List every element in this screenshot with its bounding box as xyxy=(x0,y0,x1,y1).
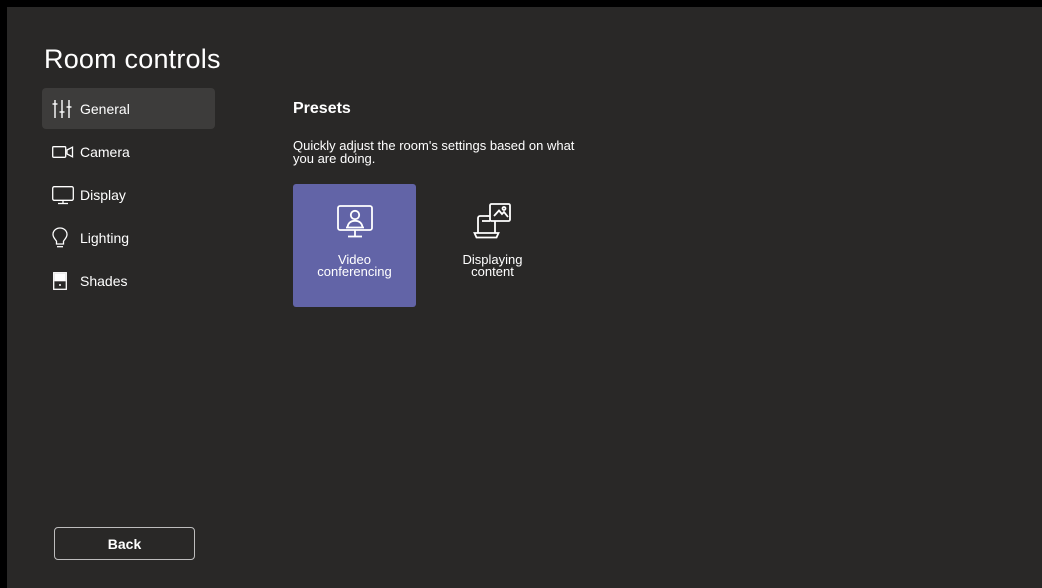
monitor-icon xyxy=(52,184,74,206)
sidebar-item-label: General xyxy=(80,100,130,117)
presets-description: Quickly adjust the room's settings based… xyxy=(293,138,575,166)
room-controls-window: Room controls General Camera Display Lig… xyxy=(7,7,1042,588)
sidebar-item-shades[interactable]: Shades xyxy=(42,260,215,301)
sidebar-nav: General Camera Display Lighting Shades xyxy=(42,88,215,303)
sidebar-item-label: Lighting xyxy=(80,229,130,246)
preset-list: Video conferencing Displaying content xyxy=(293,184,554,307)
preset-label: Displaying content xyxy=(462,252,523,279)
preset-video-conferencing[interactable]: Video conferencing xyxy=(293,184,416,307)
sliders-icon xyxy=(52,98,74,120)
page-title: Room controls xyxy=(44,44,221,74)
sidebar-item-camera[interactable]: Camera xyxy=(42,131,215,172)
displaying-content-icon xyxy=(472,202,513,242)
sidebar-item-lighting[interactable]: Lighting xyxy=(42,217,215,258)
video-conferencing-icon xyxy=(335,202,375,242)
preset-displaying-content[interactable]: Displaying content xyxy=(431,184,554,307)
sidebar-item-label: Display xyxy=(80,186,126,203)
lightbulb-icon xyxy=(52,226,74,249)
presets-section: Presets Quickly adjust the room's settin… xyxy=(293,99,593,165)
back-button[interactable]: Back xyxy=(54,527,195,560)
shades-icon xyxy=(52,270,74,292)
sidebar-item-label: Camera xyxy=(80,143,130,160)
sidebar-item-label: Shades xyxy=(80,272,128,289)
camera-icon xyxy=(52,141,74,163)
sidebar-item-display[interactable]: Display xyxy=(42,174,215,215)
presets-title: Presets xyxy=(293,100,351,117)
sidebar-item-general[interactable]: General xyxy=(42,88,215,129)
preset-label: Video conferencing xyxy=(317,252,392,279)
